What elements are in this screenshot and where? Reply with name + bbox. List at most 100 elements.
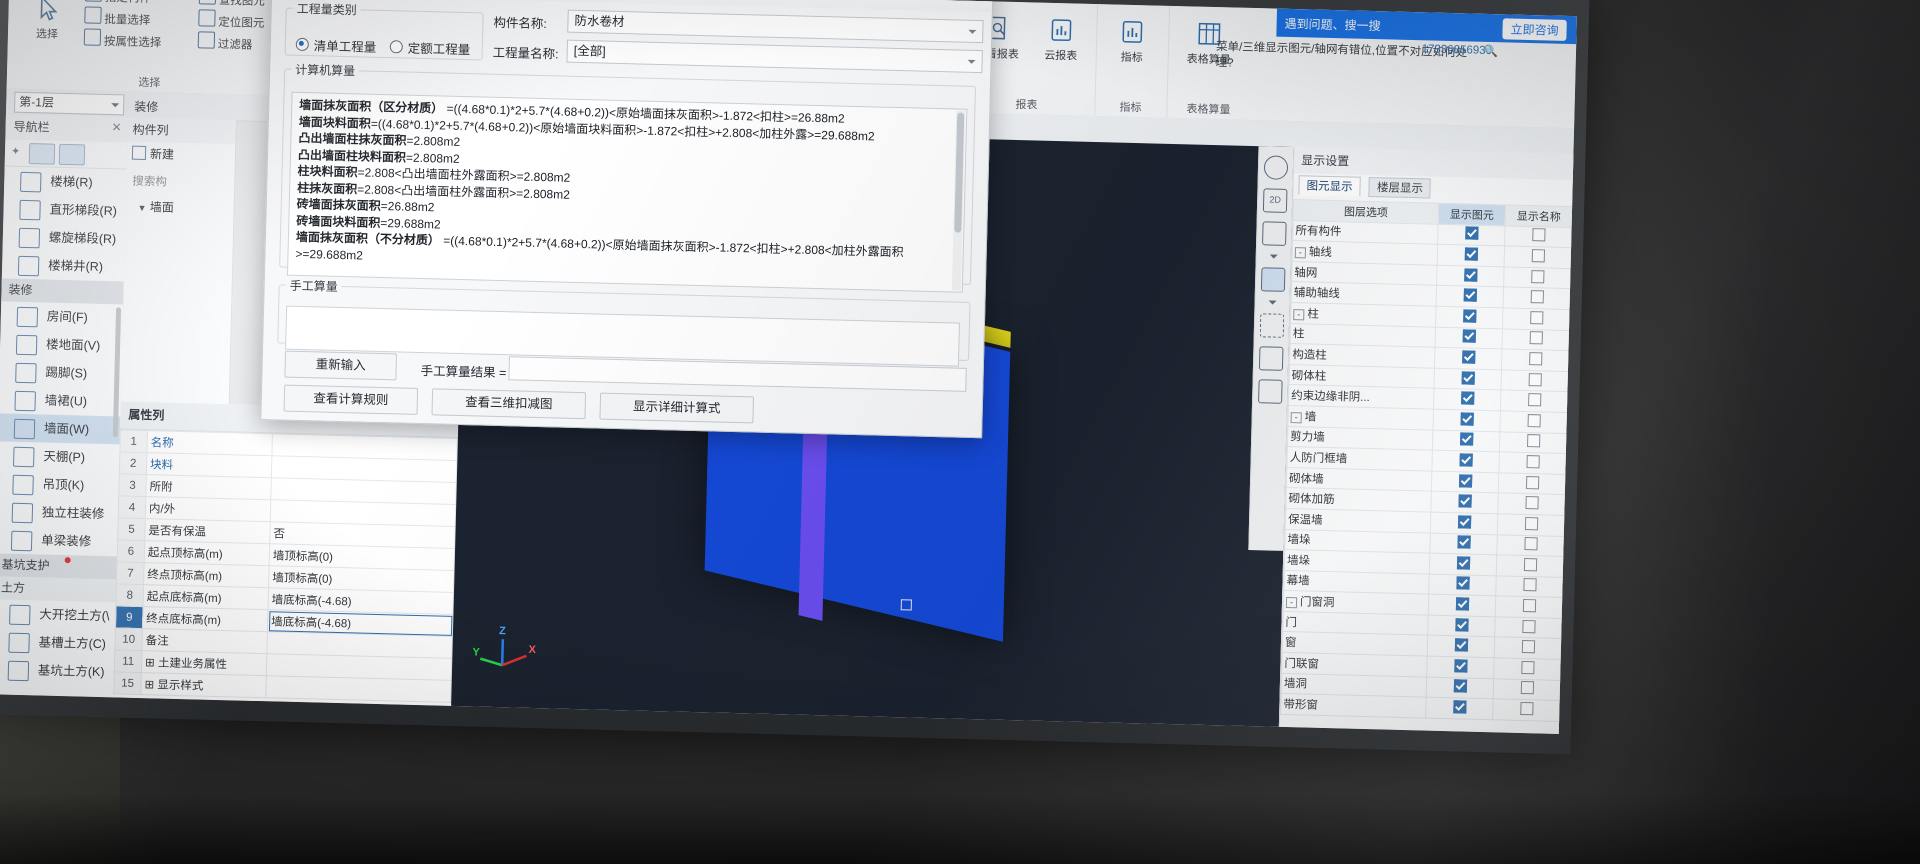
ribbon-button-select-by-property[interactable]: 按属性选择 — [83, 28, 162, 50]
show-name-checkbox[interactable] — [1499, 431, 1567, 454]
box-3d-icon[interactable] — [1258, 346, 1284, 371]
property-value[interactable] — [265, 675, 452, 703]
reinput-button[interactable]: 重新输入 — [284, 350, 398, 381]
show-element-checkbox[interactable] — [1427, 614, 1496, 638]
nav-item-beam-decoration[interactable]: 单梁装修 — [0, 525, 118, 556]
tab-floor-display[interactable]: 楼层显示 — [1368, 176, 1432, 199]
caret-down-icon[interactable] — [1269, 254, 1278, 259]
caret-down-icon[interactable] — [1268, 300, 1277, 305]
quantity-name-field[interactable]: [全部] — [566, 39, 983, 74]
ribbon-button-pick-component[interactable]: 指定构件 — [84, 0, 151, 6]
cube-solid-icon[interactable] — [1260, 267, 1286, 292]
show-element-checkbox[interactable] — [1427, 635, 1495, 658]
nav-item-spiral-stair[interactable]: 螺旋梯段(R) — [3, 222, 126, 253]
show-name-checkbox[interactable] — [1499, 410, 1568, 434]
show-element-checkbox[interactable] — [1435, 306, 1504, 329]
show-element-checkbox[interactable] — [1433, 388, 1501, 411]
show-detail-formula-button[interactable]: 显示详细计算式 — [599, 392, 755, 424]
search-icon[interactable]: 🔍 — [1484, 44, 1499, 58]
ribbon-button-cloud-report[interactable]: 云报表 — [1030, 14, 1093, 64]
nav-item-column-decoration[interactable]: 独立柱装修 — [0, 497, 118, 528]
ribbon-button-find-element[interactable]: 查找图元 — [198, 0, 265, 9]
fit-view-icon[interactable] — [1259, 313, 1285, 338]
navigation-section-earth[interactable]: 土方 — [0, 576, 117, 603]
show-element-checkbox[interactable] — [1431, 450, 1500, 473]
nav-item-ceiling[interactable]: 天棚(P) — [0, 441, 120, 472]
tree-twisty-icon[interactable]: - — [1293, 308, 1305, 321]
nav-item-suspended-ceiling[interactable]: 吊顶(K) — [0, 469, 119, 500]
show-element-checkbox[interactable] — [1433, 367, 1502, 391]
show-name-checkbox[interactable] — [1495, 575, 1564, 598]
show-name-checkbox[interactable] — [1492, 699, 1561, 722]
nav-item-stairwell[interactable]: 楼梯井(R) — [2, 250, 125, 281]
show-name-checkbox[interactable] — [1504, 246, 1572, 269]
show-element-checkbox[interactable] — [1425, 697, 1494, 720]
show-name-checkbox[interactable] — [1496, 534, 1565, 557]
tree-twisty-icon[interactable]: - — [1294, 247, 1306, 259]
show-name-checkbox[interactable] — [1498, 472, 1566, 495]
minimize-icon[interactable]: – — [888, 0, 914, 2]
show-element-checkbox[interactable] — [1426, 656, 1495, 679]
card-view-icon[interactable] — [58, 143, 86, 166]
nav-item-skirting[interactable]: 踢脚(S) — [0, 357, 122, 388]
component-tree-item[interactable]: ▼ 墙面 — [125, 195, 234, 223]
orbit-icon[interactable] — [1263, 155, 1289, 180]
show-element-checkbox[interactable] — [1437, 223, 1506, 247]
show-element-checkbox[interactable] — [1435, 326, 1503, 350]
show-element-checkbox[interactable] — [1431, 470, 1499, 494]
show-element-checkbox[interactable] — [1428, 573, 1497, 597]
show-name-checkbox[interactable] — [1500, 369, 1569, 392]
close-icon[interactable]: ✕ — [950, 0, 976, 4]
show-name-checkbox[interactable] — [1497, 513, 1565, 537]
show-element-checkbox[interactable] — [1428, 594, 1496, 617]
show-name-checkbox[interactable] — [1498, 451, 1567, 475]
radio-norm-quantity[interactable]: 定额工程量 — [389, 37, 471, 58]
list-view-icon[interactable] — [28, 143, 56, 165]
show-name-checkbox[interactable] — [1494, 616, 1563, 639]
show-element-checkbox[interactable] — [1432, 409, 1501, 432]
nav-item-stair[interactable]: 楼梯(R) — [4, 166, 127, 197]
show-name-checkbox[interactable] — [1497, 493, 1566, 516]
navigation-section-decoration[interactable]: 装修 — [1, 278, 124, 305]
nav-item-excavation[interactable]: 大开挖土方(\ — [0, 599, 116, 630]
show-element-checkbox[interactable] — [1436, 264, 1505, 288]
ribbon-button-locate-element[interactable]: 定位图元 — [198, 9, 264, 31]
ribbon-button-indicator[interactable]: 指标 — [1101, 16, 1164, 66]
tree-twisty-icon[interactable]: - — [1285, 597, 1298, 609]
show-name-checkbox[interactable] — [1501, 328, 1570, 351]
nav-item-floor-surface[interactable]: 楼地面(V) — [0, 329, 122, 360]
promo-consult-button[interactable]: 立即咨询 — [1502, 18, 1567, 41]
show-element-checkbox[interactable] — [1432, 429, 1500, 452]
cube-wire-icon[interactable] — [1262, 221, 1287, 246]
show-element-checkbox[interactable] — [1434, 347, 1502, 370]
2d-icon[interactable]: 2D — [1262, 188, 1288, 213]
radio-list-quantity[interactable]: 清单工程量 — [295, 35, 377, 56]
show-name-checkbox[interactable] — [1500, 390, 1568, 413]
ribbon-button-select[interactable]: 选择 — [16, 0, 79, 42]
show-name-checkbox[interactable] — [1493, 657, 1562, 681]
show-name-checkbox[interactable] — [1501, 349, 1569, 372]
nav-item-straight-stair[interactable]: 直形梯段(R) — [3, 194, 126, 225]
maximize-icon[interactable]: ◻ — [918, 0, 944, 3]
tab-layer-display[interactable]: 图元显示 — [1298, 175, 1361, 197]
ribbon-button-batch-select[interactable]: 批量选择 — [84, 6, 151, 28]
close-icon[interactable]: ✕ — [111, 120, 121, 134]
show-element-checkbox[interactable] — [1430, 512, 1498, 535]
show-name-checkbox[interactable] — [1502, 307, 1571, 331]
view-rules-button[interactable]: 查看计算规则 — [283, 384, 419, 415]
show-element-checkbox[interactable] — [1436, 285, 1504, 308]
show-element-checkbox[interactable] — [1426, 676, 1494, 700]
show-element-checkbox[interactable] — [1429, 532, 1498, 555]
component-search-input[interactable]: 搜索构 — [126, 169, 235, 198]
list-detail-icon[interactable] — [1258, 379, 1283, 404]
show-element-checkbox[interactable] — [1430, 491, 1499, 514]
show-element-checkbox[interactable] — [1429, 553, 1497, 576]
tree-twisty-icon[interactable]: - — [1290, 411, 1302, 424]
floor-selector[interactable]: 第-1层 — [13, 91, 125, 116]
component-name-field[interactable]: 防水卷材 — [567, 9, 984, 44]
show-element-checkbox[interactable] — [1437, 244, 1505, 267]
show-name-checkbox[interactable] — [1495, 596, 1563, 619]
nav-item-trench[interactable]: 基槽土方(C) — [0, 627, 115, 658]
nav-item-wainscot[interactable]: 墙裙(U) — [0, 385, 121, 416]
navigation-section-pit[interactable]: 基坑支护 — [0, 553, 117, 580]
